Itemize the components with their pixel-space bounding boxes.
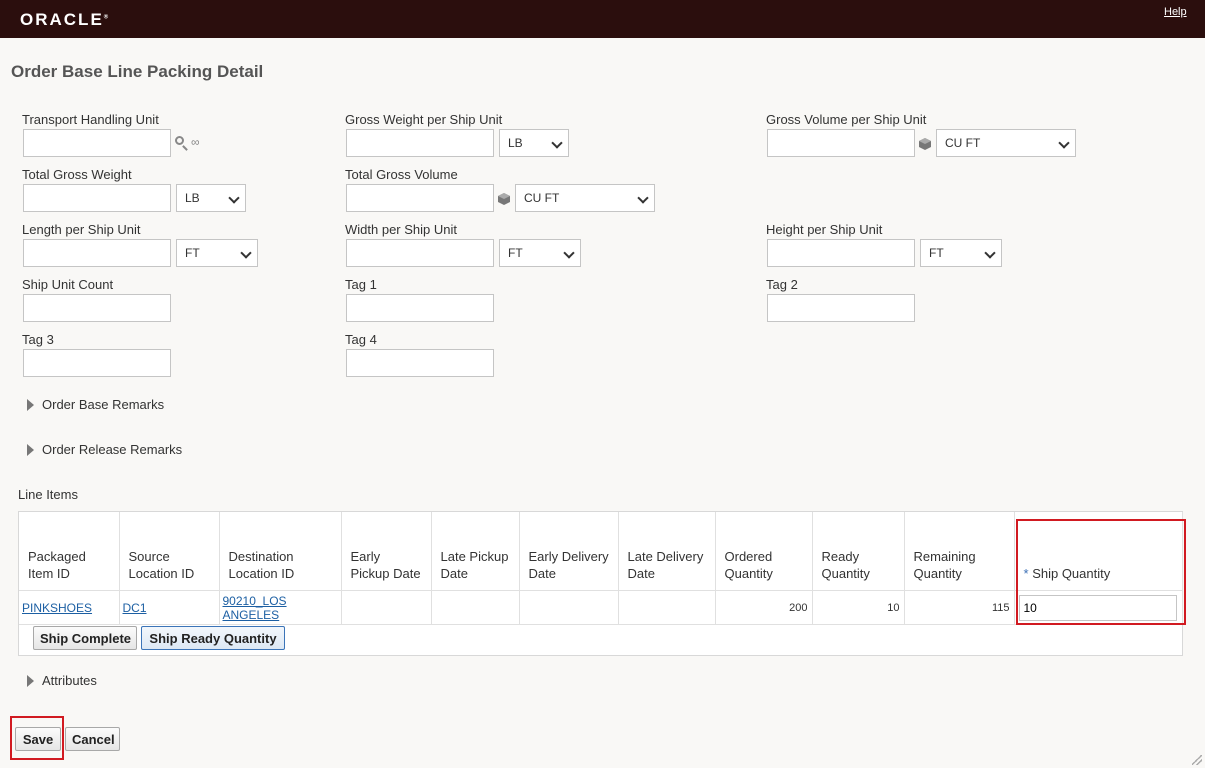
ship-quantity-input[interactable]: [1018, 594, 1177, 621]
width-per-ship-unit-label: Width per Ship Unit: [345, 222, 457, 237]
total-gross-weight-uom-select[interactable]: LB: [176, 184, 246, 212]
col-late-pickup-date[interactable]: Late Pickup Date: [431, 512, 520, 591]
chevron-down-icon: [240, 247, 252, 259]
width-per-ship-unit-input[interactable]: [346, 239, 494, 267]
required-marker: *: [1023, 566, 1029, 581]
tag3-input[interactable]: [23, 349, 171, 377]
tag3-label: Tag 3: [22, 332, 54, 347]
help-link[interactable]: Help: [1164, 6, 1187, 18]
length-per-ship-unit-label: Length per Ship Unit: [22, 222, 141, 237]
table-row: PINKSHOES DC1 90210_LOS ANGELES 200 10 1…: [19, 590, 1183, 625]
remaining-quantity-cell: 115: [904, 590, 1015, 625]
total-gross-weight-label: Total Gross Weight: [22, 167, 132, 182]
disclosure-triangle-icon: [27, 675, 34, 687]
cancel-button[interactable]: Cancel: [65, 727, 120, 751]
total-gross-volume-uom-select[interactable]: CU FT: [515, 184, 655, 212]
ship-unit-count-input[interactable]: [23, 294, 171, 322]
height-per-ship-unit-input[interactable]: [767, 239, 915, 267]
chevron-down-icon: [637, 192, 649, 204]
length-per-ship-unit-input[interactable]: [23, 239, 171, 267]
tag4-label: Tag 4: [345, 332, 377, 347]
gross-weight-uom-select[interactable]: LB: [499, 129, 569, 157]
col-packaged-item-id[interactable]: Packaged Item ID: [19, 512, 120, 591]
col-ordered-quantity[interactable]: Ordered Quantity: [715, 512, 813, 591]
line-items-table: Packaged Item ID Source Location ID Dest…: [18, 511, 1183, 656]
early-pickup-date-cell: [341, 590, 432, 625]
gross-volume-uom-select[interactable]: CU FT: [936, 129, 1076, 157]
destination-location-link[interactable]: 90210_LOS ANGELES: [223, 594, 287, 622]
page-title: Order Base Line Packing Detail: [11, 62, 264, 81]
ship-complete-button[interactable]: Ship Complete: [33, 626, 137, 650]
col-destination-location-id[interactable]: Destination Location ID: [219, 512, 342, 591]
late-pickup-date-cell: [431, 590, 520, 625]
total-gross-weight-input[interactable]: [23, 184, 171, 212]
oracle-logo: ORACLE®: [20, 10, 109, 29]
col-remaining-quantity[interactable]: Remaining Quantity: [904, 512, 1015, 591]
packaged-item-link[interactable]: PINKSHOES: [22, 601, 92, 615]
cube-icon: [498, 193, 510, 205]
table-header-row: Packaged Item ID Source Location ID Dest…: [19, 512, 1183, 591]
gross-weight-per-ship-unit-input[interactable]: [346, 129, 494, 157]
line-items-heading: Line Items: [18, 487, 78, 502]
height-per-ship-unit-label: Height per Ship Unit: [766, 222, 883, 237]
gross-volume-per-ship-unit-label: Gross Volume per Ship Unit: [766, 112, 927, 127]
gross-weight-per-ship-unit-label: Gross Weight per Ship Unit: [345, 112, 503, 127]
col-source-location-id[interactable]: Source Location ID: [119, 512, 220, 591]
ship-unit-count-label: Ship Unit Count: [22, 277, 114, 292]
ship-ready-quantity-button[interactable]: Ship Ready Quantity: [141, 626, 285, 650]
tag1-label: Tag 1: [345, 277, 377, 292]
ordered-quantity-cell: 200: [715, 590, 813, 625]
col-ready-quantity[interactable]: Ready Quantity: [812, 512, 905, 591]
tag1-input[interactable]: [346, 294, 494, 322]
col-early-delivery-date[interactable]: Early Delivery Date: [519, 512, 619, 591]
width-uom-select[interactable]: FT: [499, 239, 581, 267]
chevron-down-icon: [563, 247, 575, 259]
chevron-down-icon: [1058, 137, 1070, 149]
transport-handling-unit-input[interactable]: [23, 129, 171, 157]
early-delivery-date-cell: [519, 590, 619, 625]
col-early-pickup-date[interactable]: Early Pickup Date: [341, 512, 432, 591]
ready-quantity-cell: 10: [812, 590, 905, 625]
col-late-delivery-date[interactable]: Late Delivery Date: [618, 512, 716, 591]
total-gross-volume-label: Total Gross Volume: [345, 167, 458, 182]
source-location-link[interactable]: DC1: [123, 601, 147, 615]
length-uom-select[interactable]: FT: [176, 239, 258, 267]
disclosure-triangle-icon: [27, 444, 34, 456]
total-gross-volume-input[interactable]: [346, 184, 494, 212]
order-release-remarks-toggle[interactable]: Order Release Remarks: [27, 442, 182, 457]
tag2-label: Tag 2: [766, 277, 798, 292]
save-button[interactable]: Save: [15, 727, 61, 751]
top-bar: ORACLE® Help: [0, 0, 1205, 38]
height-uom-select[interactable]: FT: [920, 239, 1002, 267]
tag4-input[interactable]: [346, 349, 494, 377]
resize-grip-icon[interactable]: [1192, 755, 1202, 765]
order-base-remarks-toggle[interactable]: Order Base Remarks: [27, 397, 164, 412]
transport-handling-unit-label: Transport Handling Unit: [22, 112, 159, 127]
gross-volume-per-ship-unit-input[interactable]: [767, 129, 915, 157]
cube-icon: [919, 138, 931, 150]
chevron-down-icon: [984, 247, 996, 259]
tag2-input[interactable]: [767, 294, 915, 322]
link-icon[interactable]: ∞: [191, 135, 200, 149]
chevron-down-icon: [551, 137, 563, 149]
disclosure-triangle-icon: [27, 399, 34, 411]
chevron-down-icon: [228, 192, 240, 204]
late-delivery-date-cell: [618, 590, 716, 625]
attributes-toggle[interactable]: Attributes: [27, 673, 97, 688]
search-icon[interactable]: [175, 136, 184, 145]
col-ship-quantity[interactable]: * Ship Quantity: [1014, 512, 1183, 591]
